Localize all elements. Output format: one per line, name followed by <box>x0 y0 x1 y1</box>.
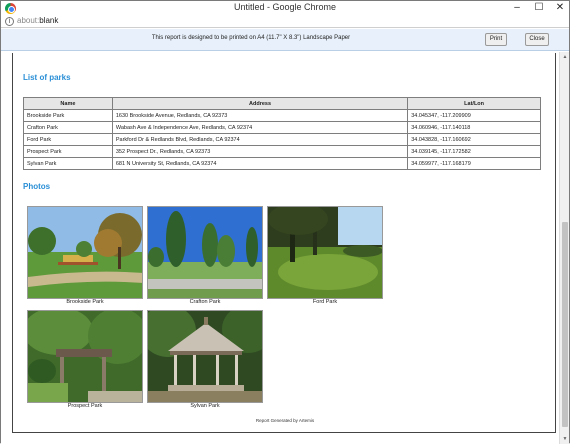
photo-card: Crafton Park <box>147 206 263 305</box>
browser-window: Untitled - Google Chrome – ☐ ✕ i about:b… <box>0 0 570 444</box>
cell-latlon: 34.043828, -117.160692 <box>407 133 541 146</box>
photo-card: Sylvan Park <box>147 310 263 409</box>
url-text[interactable]: about:blank <box>17 16 58 25</box>
photo-card: Ford Park <box>267 206 383 305</box>
table-row: Prospect Park 352 Prospect Dr., Redlands… <box>23 145 541 158</box>
scroll-down-arrow-icon[interactable]: ▼ <box>561 435 569 443</box>
maximize-button[interactable]: ☐ <box>528 1 550 15</box>
minimize-button[interactable]: – <box>506 1 528 15</box>
scrollbar-thumb[interactable] <box>562 222 568 427</box>
info-icon[interactable]: i <box>5 17 14 26</box>
parks-section-title: List of parks <box>23 73 71 82</box>
window-title: Untitled - Google Chrome <box>233 2 337 12</box>
photo-caption: Crafton Park <box>189 299 221 305</box>
cell-name: Sylvan Park <box>23 157 113 170</box>
photo-caption: Ford Park <box>312 299 338 305</box>
cell-address: 1630 Brookside Avenue, Redlands, CA 9237… <box>111 109 409 122</box>
header-name: Name <box>23 97 113 110</box>
report-footer: Report Generated by Artemis <box>255 418 315 423</box>
cell-address: Wabash Ave & Independence Ave, Redlands,… <box>111 121 409 134</box>
address-bar[interactable]: i about:blank <box>1 16 569 28</box>
photo-caption: Sylvan Park <box>190 403 220 409</box>
cell-latlon: 34.059977, -117.168179 <box>407 157 541 170</box>
header-address: Address <box>111 97 409 110</box>
photos-section-title: Photos <box>23 182 51 191</box>
photo-caption: Brookside Park <box>66 299 104 305</box>
parks-table: Name Address Lat/Lon Brookside Park 1630… <box>23 97 541 170</box>
table-header-row: Name Address Lat/Lon <box>23 97 541 110</box>
cell-name: Brookside Park <box>23 109 113 122</box>
table-row: Crafton Park Wabash Ave & Independence A… <box>23 121 541 134</box>
photo-card: Brookside Park <box>27 206 143 305</box>
park-photo <box>147 310 263 403</box>
cell-name: Crafton Park <box>23 121 113 134</box>
park-photo <box>27 206 143 299</box>
cell-address: 352 Prospect Dr., Redlands, CA 92373 <box>111 145 409 158</box>
cell-latlon: 34.060946, -117.140118 <box>407 121 541 134</box>
print-button[interactable]: Print <box>485 33 507 46</box>
cell-address: 681 N University St, Redlands, CA 92374 <box>111 157 409 170</box>
cell-address: Parkford Dr & Redlands Blvd, Redlands, C… <box>111 133 409 146</box>
cell-name: Prospect Park <box>23 145 113 158</box>
cell-latlon: 34.039145, -117.172582 <box>407 145 541 158</box>
close-button[interactable]: Close <box>525 33 549 46</box>
url-scheme: about: <box>17 16 40 25</box>
header-latlon: Lat/Lon <box>407 97 541 110</box>
vertical-scrollbar[interactable]: ▲ ▼ <box>559 52 569 444</box>
photo-caption: Prospect Park <box>67 403 103 409</box>
park-photo <box>267 206 383 299</box>
park-photo <box>27 310 143 403</box>
photo-card: Prospect Park <box>27 310 143 409</box>
table-row: Brookside Park 1630 Brookside Avenue, Re… <box>23 109 541 122</box>
cell-latlon: 34.045347, -117.209909 <box>407 109 541 122</box>
close-window-button[interactable]: ✕ <box>549 1 570 15</box>
park-photo <box>147 206 263 299</box>
cell-name: Ford Park <box>23 133 113 146</box>
table-row: Ford Park Parkford Dr & Redlands Blvd, R… <box>23 133 541 146</box>
print-notice-text: This report is designed to be printed on… <box>151 35 351 41</box>
table-row: Sylvan Park 681 N University St, Redland… <box>23 157 541 170</box>
report-page: List of parks Name Address Lat/Lon Brook… <box>12 53 556 433</box>
title-bar: Untitled - Google Chrome – ☐ ✕ <box>1 1 569 16</box>
print-notice-bar: This report is designed to be printed on… <box>1 29 569 51</box>
scroll-up-arrow-icon[interactable]: ▲ <box>561 53 569 61</box>
url-path: blank <box>39 16 59 25</box>
